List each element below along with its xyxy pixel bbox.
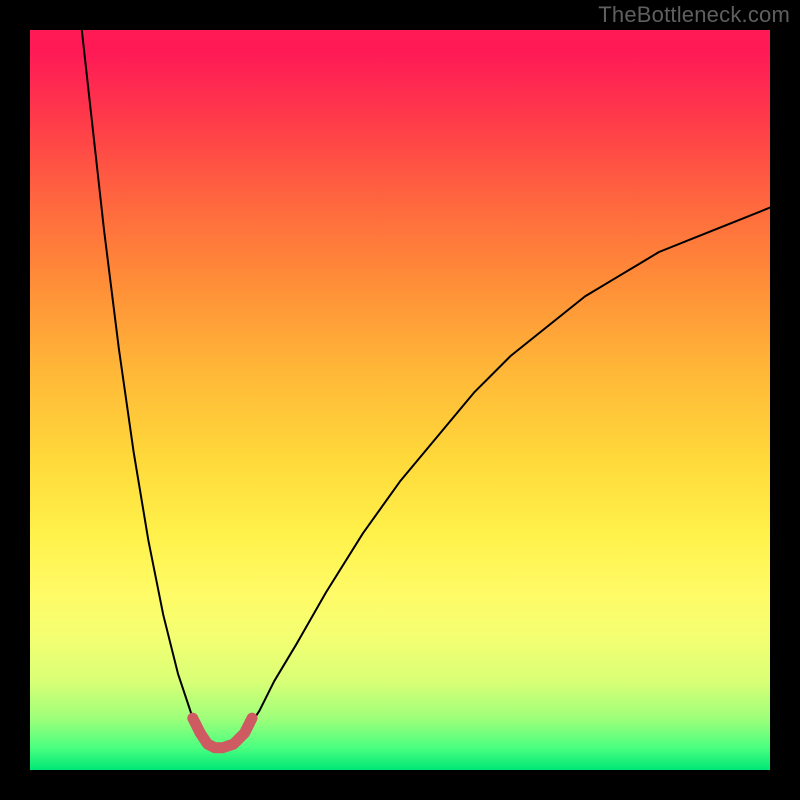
curve-valley-overlay — [193, 718, 252, 748]
curve-left-branch — [82, 30, 200, 733]
chart-frame: TheBottleneck.com — [0, 0, 800, 800]
curve-svg — [30, 30, 770, 770]
curve-right-branch — [245, 208, 770, 733]
plot-area — [30, 30, 770, 770]
watermark-text: TheBottleneck.com — [598, 2, 790, 28]
